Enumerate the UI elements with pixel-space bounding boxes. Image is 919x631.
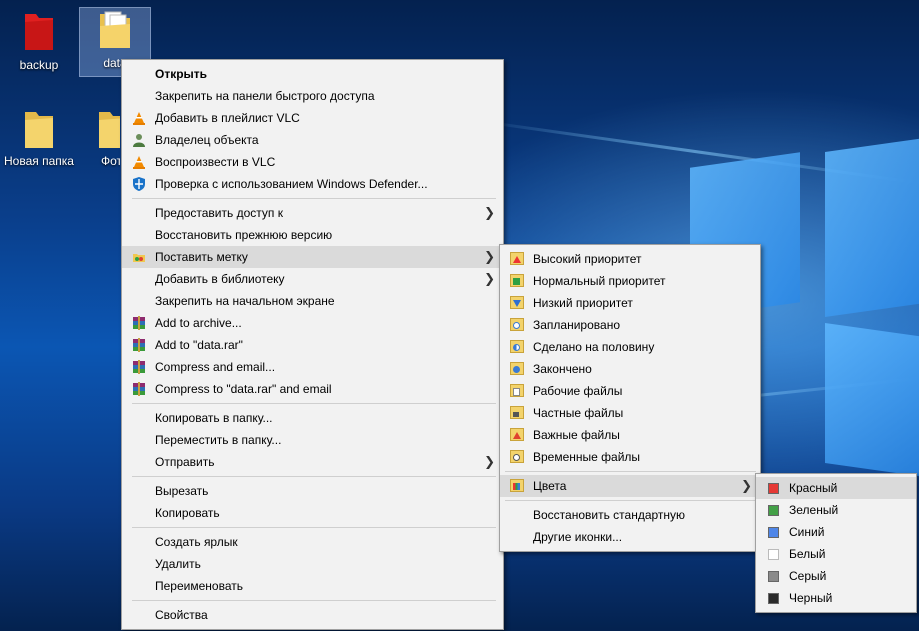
folder-marker-icon <box>133 254 145 262</box>
desktop-icon-label: Фото <box>101 154 120 168</box>
menu-item-owner[interactable]: Владелец объекта <box>122 129 503 151</box>
vlc-cone-icon <box>133 156 145 169</box>
planned-folder-icon <box>510 318 524 331</box>
menu-item-compress-data-email[interactable]: Compress to "data.rar" and email <box>122 378 503 400</box>
menu-item-properties[interactable]: Свойства <box>122 604 503 626</box>
label-half-done[interactable]: Сделано на половину <box>500 336 760 358</box>
color-white[interactable]: Белый <box>756 543 916 565</box>
winrar-icon <box>133 316 145 330</box>
green-swatch-icon <box>768 505 779 516</box>
color-green[interactable]: Зеленый <box>756 499 916 521</box>
menu-item-set-label[interactable]: Поставить метку ❯ <box>122 246 503 268</box>
chevron-right-icon: ❯ <box>484 271 495 286</box>
label-submenu: Высокий приоритет Нормальный приоритет Н… <box>499 244 761 552</box>
menu-item-compress-email[interactable]: Compress and email... <box>122 356 503 378</box>
menu-item-add-to-library[interactable]: Добавить в библиотеку ❯ <box>122 268 503 290</box>
menu-item-rename[interactable]: Переименовать <box>122 575 503 597</box>
context-menu: Открыть Закрепить на панели быстрого дос… <box>121 59 504 630</box>
chevron-right-icon: ❯ <box>484 454 495 469</box>
finished-folder-icon <box>510 362 524 375</box>
chevron-right-icon: ❯ <box>741 478 752 493</box>
folder-icon <box>99 112 120 148</box>
work-files-folder-icon <box>510 384 524 397</box>
lock-folder-icon <box>510 406 524 419</box>
label-work-files[interactable]: Рабочие файлы <box>500 380 760 402</box>
menu-item-windows-defender[interactable]: Проверка с использованием Windows Defend… <box>122 173 503 195</box>
label-finished[interactable]: Закончено <box>500 358 760 380</box>
menu-item-open[interactable]: Открыть <box>122 63 503 85</box>
desktop-icon-new-folder[interactable]: Новая папка <box>4 108 74 168</box>
red-swatch-icon <box>768 483 779 494</box>
colors-submenu: Красный Зеленый Синий Белый Серый Черный <box>755 473 917 613</box>
menu-item-send-to[interactable]: Отправить ❯ <box>122 451 503 473</box>
label-planned[interactable]: Запланировано <box>500 314 760 336</box>
label-restore-default[interactable]: Восстановить стандартную <box>500 504 760 526</box>
winrar-icon <box>133 382 145 396</box>
label-private-files[interactable]: Частные файлы <box>500 402 760 424</box>
label-normal-priority[interactable]: Нормальный приоритет <box>500 270 760 292</box>
high-priority-folder-icon <box>510 252 524 265</box>
menu-item-restore-version[interactable]: Восстановить прежнюю версию <box>122 224 503 246</box>
palette-folder-icon <box>510 479 524 492</box>
folder-with-documents-icon <box>100 11 130 48</box>
half-done-folder-icon <box>510 340 524 353</box>
gray-swatch-icon <box>768 571 779 582</box>
label-colors[interactable]: Цвета ❯ <box>500 475 760 497</box>
label-high-priority[interactable]: Высокий приоритет <box>500 248 760 270</box>
clock-folder-icon <box>510 450 524 463</box>
color-gray[interactable]: Серый <box>756 565 916 587</box>
menu-separator <box>132 198 496 199</box>
menu-item-vlc-playlist[interactable]: Добавить в плейлист VLC <box>122 107 503 129</box>
menu-separator <box>132 476 496 477</box>
menu-item-move-to-folder[interactable]: Переместить в папку... <box>122 429 503 451</box>
windows-defender-shield-icon <box>133 177 145 191</box>
desktop-icon-label: backup <box>19 58 59 72</box>
chevron-right-icon: ❯ <box>484 249 495 264</box>
chevron-right-icon: ❯ <box>484 205 495 220</box>
folder-icon <box>25 112 53 148</box>
menu-separator <box>505 471 756 472</box>
windows-logo-pane <box>825 137 919 318</box>
menu-item-pin-start[interactable]: Закрепить на начальном экране <box>122 290 503 312</box>
color-black[interactable]: Черный <box>756 587 916 609</box>
menu-item-pin-quick-access[interactable]: Закрепить на панели быстрого доступа <box>122 85 503 107</box>
menu-item-create-shortcut[interactable]: Создать ярлык <box>122 531 503 553</box>
label-other-icons[interactable]: Другие иконки... <box>500 526 760 548</box>
vlc-cone-icon <box>133 112 145 125</box>
warning-folder-icon <box>510 428 524 441</box>
menu-item-give-access[interactable]: Предоставить доступ к ❯ <box>122 202 503 224</box>
menu-separator <box>132 600 496 601</box>
label-low-priority[interactable]: Низкий приоритет <box>500 292 760 314</box>
menu-separator <box>132 527 496 528</box>
normal-priority-folder-icon <box>510 274 524 287</box>
windows-logo-pane <box>825 322 919 478</box>
menu-item-copy-to-folder[interactable]: Копировать в папку... <box>122 407 503 429</box>
blue-swatch-icon <box>768 527 779 538</box>
color-blue[interactable]: Синий <box>756 521 916 543</box>
menu-item-add-to-archive[interactable]: Add to archive... <box>122 312 503 334</box>
winrar-icon <box>133 338 145 352</box>
menu-item-add-to-data-rar[interactable]: Add to "data.rar" <box>122 334 503 356</box>
color-red[interactable]: Красный <box>756 477 916 499</box>
black-swatch-icon <box>768 593 779 604</box>
desktop-icon-photo[interactable]: Фото <box>80 108 120 168</box>
menu-item-delete[interactable]: Удалить <box>122 553 503 575</box>
menu-separator <box>132 403 496 404</box>
menu-item-cut[interactable]: Вырезать <box>122 480 503 502</box>
menu-separator <box>505 500 756 501</box>
menu-item-vlc-play[interactable]: Воспроизвести в VLC <box>122 151 503 173</box>
label-temp-files[interactable]: Временные файлы <box>500 446 760 468</box>
owner-person-icon <box>133 134 145 147</box>
label-important-files[interactable]: Важные файлы <box>500 424 760 446</box>
menu-item-copy[interactable]: Копировать <box>122 502 503 524</box>
desktop-icon-label: Новая папка <box>4 154 74 168</box>
white-swatch-icon <box>768 549 779 560</box>
low-priority-folder-icon <box>510 296 524 309</box>
desktop-icon-backup[interactable]: backup <box>4 10 74 76</box>
red-folder-icon <box>25 14 53 50</box>
winrar-icon <box>133 360 145 374</box>
